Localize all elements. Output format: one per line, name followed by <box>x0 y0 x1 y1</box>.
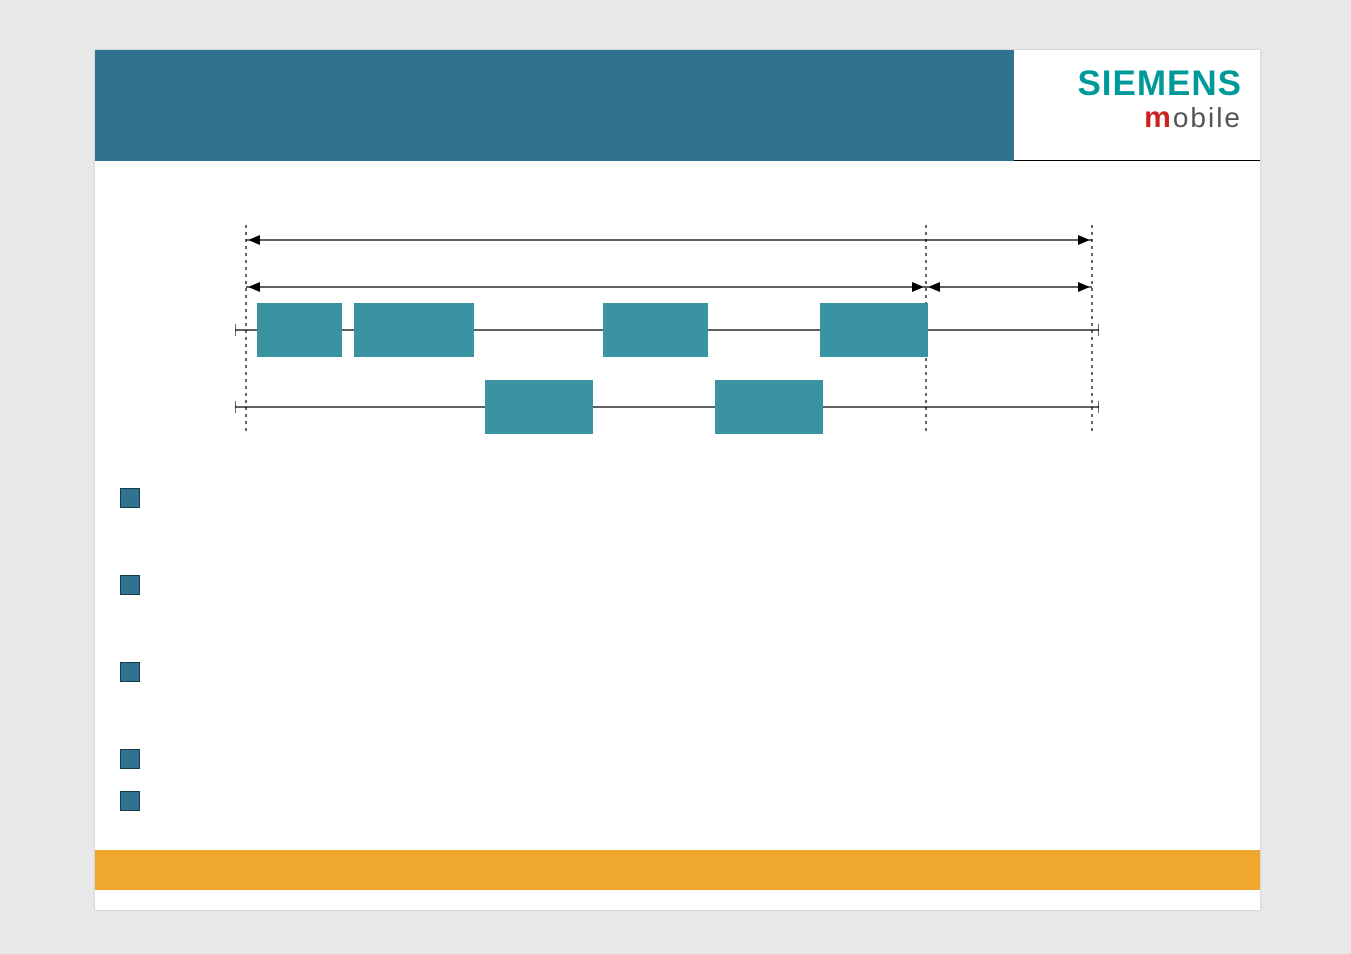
footer-bar <box>95 850 1260 890</box>
mobile-wordmark: mobile <box>1032 101 1242 134</box>
logo-underline <box>1014 160 1260 161</box>
header-bar: SIEMENS mobile <box>95 50 1260 161</box>
bullet-list <box>120 488 1020 878</box>
bullet-square <box>120 488 140 508</box>
page: SIEMENS mobile <box>0 0 1351 954</box>
bullet-square <box>120 749 140 769</box>
slide: SIEMENS mobile <box>95 50 1260 910</box>
logo-box: SIEMENS mobile <box>1014 50 1260 161</box>
timing-diagram <box>235 225 1099 455</box>
siemens-wordmark: SIEMENS <box>1032 66 1242 101</box>
bullet-square <box>120 575 140 595</box>
bullet-square <box>120 791 140 811</box>
bullet-square <box>120 662 140 682</box>
diagram-svg <box>235 225 1099 455</box>
